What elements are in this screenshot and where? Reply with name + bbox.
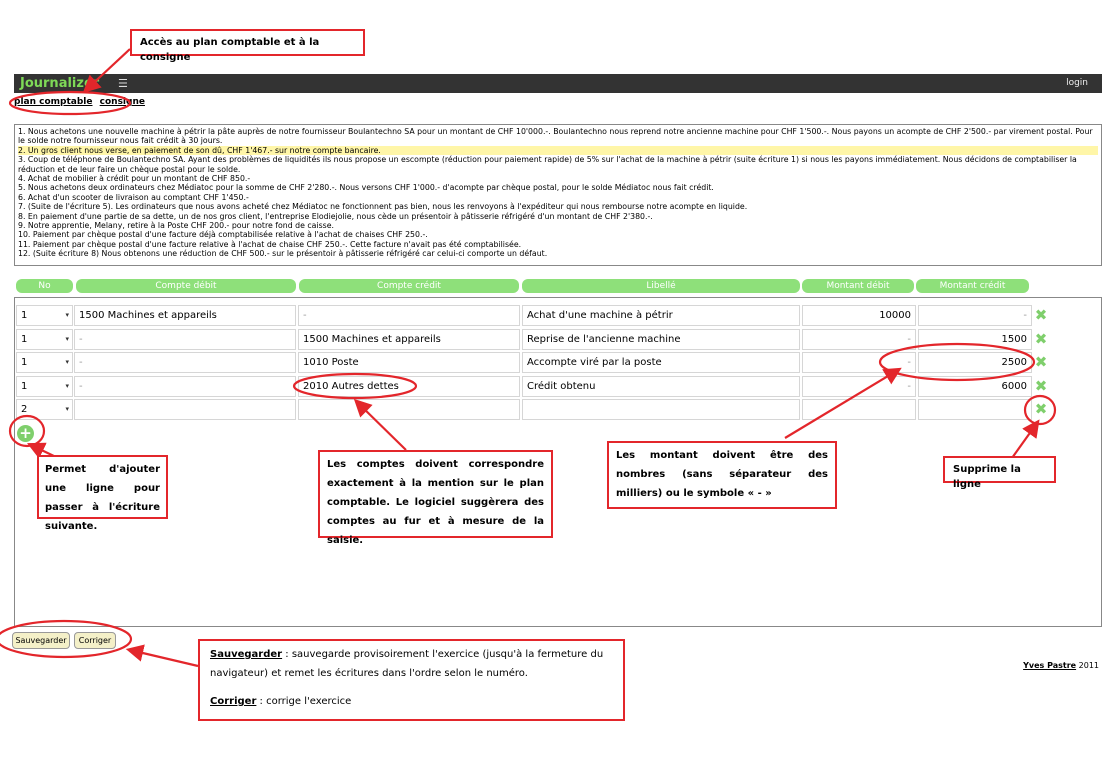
annotation-correct-text: : corrige l'exercice [256, 696, 352, 707]
annotation-buttons: Sauvegarder : sauvegarde provisoirement … [198, 639, 625, 721]
annotation-correct-desc: Corriger : corrige l'exercice [210, 692, 613, 711]
highlight-ellipse [8, 414, 46, 448]
annotation-correct-title: Corriger [210, 696, 257, 707]
annotation-add-line: Permet d'ajouter une ligne pour passer à… [37, 455, 168, 532]
annotation-accounts: Les comptes doivent correspondre exactem… [318, 450, 553, 546]
annotation-save-desc: Sauvegarder : sauvegarde provisoirement … [210, 645, 613, 683]
annotation-access: Accès au plan comptable et à la consigne [130, 29, 365, 63]
annotation-arrow [784, 367, 902, 439]
annotation-arrow [353, 398, 407, 451]
annotation-arrow [125, 644, 199, 668]
highlight-ellipse [8, 90, 132, 116]
annotation-amounts: Les montant doivent être des nombres (sa… [607, 441, 837, 509]
annotation-arrow [82, 48, 131, 93]
highlight-ellipse [292, 372, 418, 400]
highlight-ellipse [0, 619, 133, 659]
annotation-save-title: Sauvegarder [210, 649, 283, 660]
annotation-arrow [1011, 419, 1040, 459]
highlight-ellipse [1023, 394, 1057, 426]
highlight-ellipse [878, 342, 1036, 382]
annotation-delete: Supprime la ligne [943, 456, 1056, 490]
